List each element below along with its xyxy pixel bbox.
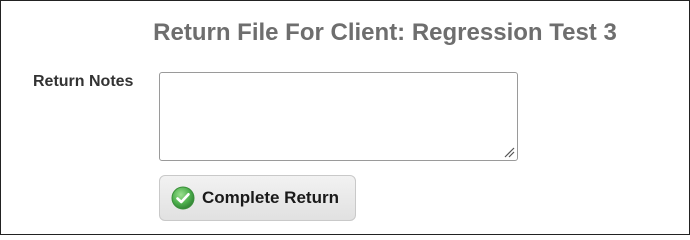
check-circle-icon — [171, 186, 195, 210]
return-notes-label: Return Notes — [33, 73, 134, 90]
return-notes-textarea[interactable] — [159, 72, 518, 161]
complete-return-button[interactable]: Complete Return — [159, 175, 356, 221]
complete-return-label: Complete Return — [202, 188, 339, 207]
page-title: Return File For Client: Regression Test … — [153, 19, 617, 46]
return-file-panel: Return File For Client: Regression Test … — [0, 0, 690, 235]
